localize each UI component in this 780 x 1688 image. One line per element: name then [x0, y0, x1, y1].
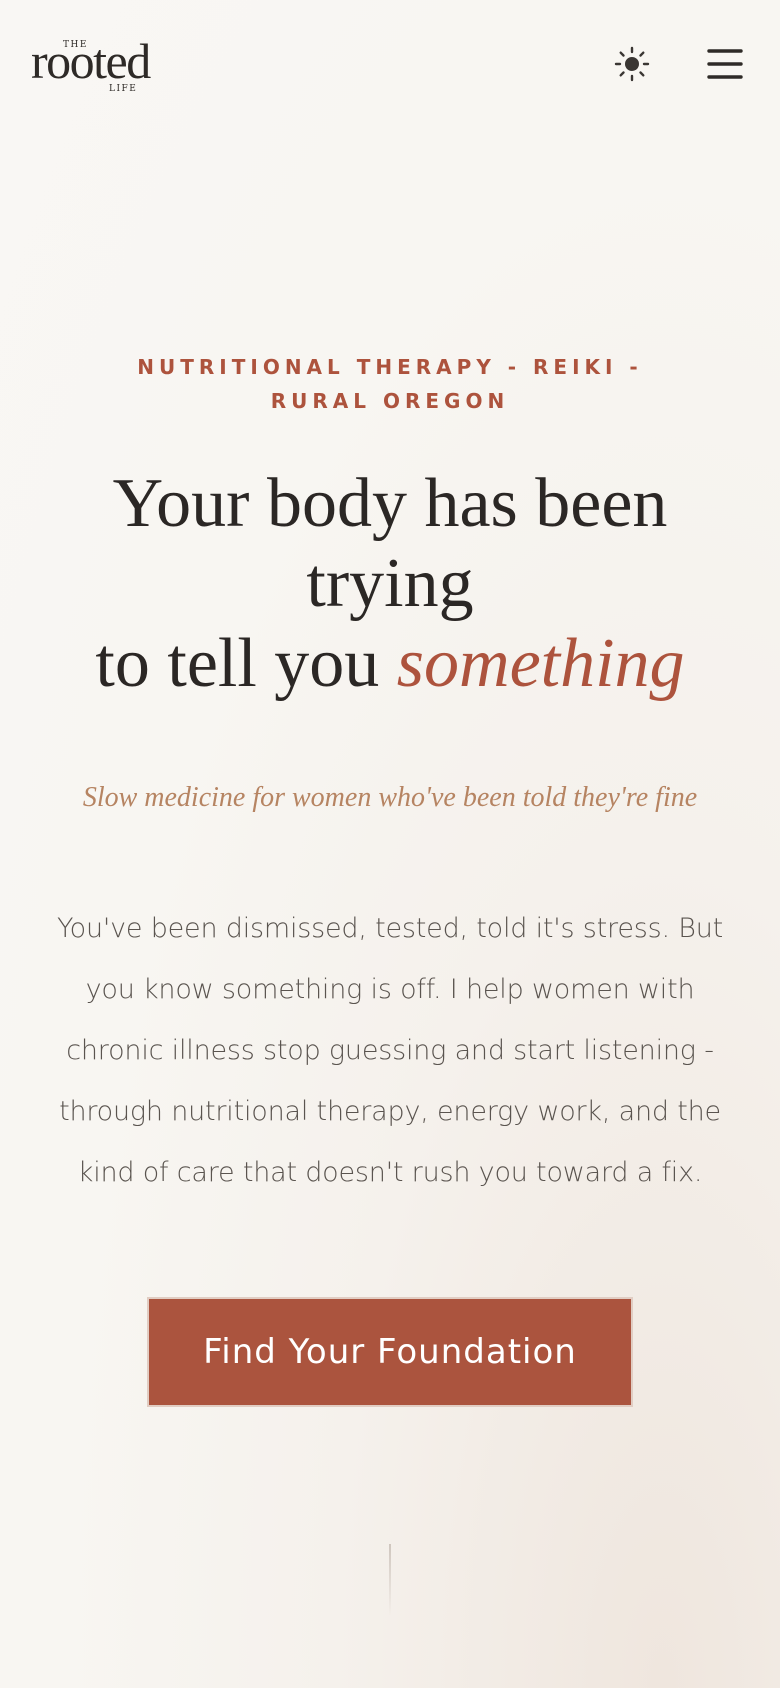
logo-life-text: LIFE	[109, 84, 138, 94]
site-logo[interactable]: THE rooted LIFE	[31, 36, 193, 96]
hero-eyebrow: NUTRITIONAL THERAPY - REIKI - RURAL OREG…	[137, 355, 643, 413]
headline-line-1: Your body has been trying	[112, 465, 668, 622]
site-header: THE rooted LIFE	[0, 0, 780, 130]
logo-wordmark: rooted	[31, 33, 151, 89]
hero-headline: Your body has been trying to tell you so…	[70, 464, 710, 704]
hero-subtitle: Slow medicine for women who've been told…	[82, 782, 698, 813]
theme-toggle-button[interactable]	[612, 44, 652, 84]
scroll-indicator-line	[389, 1544, 391, 1616]
hamburger-menu-icon	[707, 49, 743, 79]
sun-icon	[614, 46, 650, 82]
hero-body-text: You've been dismissed, tested, told it's…	[56, 913, 724, 1188]
headline-accent-word: something	[396, 625, 685, 702]
menu-button[interactable]	[704, 44, 746, 84]
headline-line-2-prefix: to tell you	[95, 625, 397, 702]
hero-section: NUTRITIONAL THERAPY - REIKI - RURAL OREG…	[0, 350, 780, 1407]
find-your-foundation-button[interactable]: Find Your Foundation	[147, 1297, 633, 1407]
